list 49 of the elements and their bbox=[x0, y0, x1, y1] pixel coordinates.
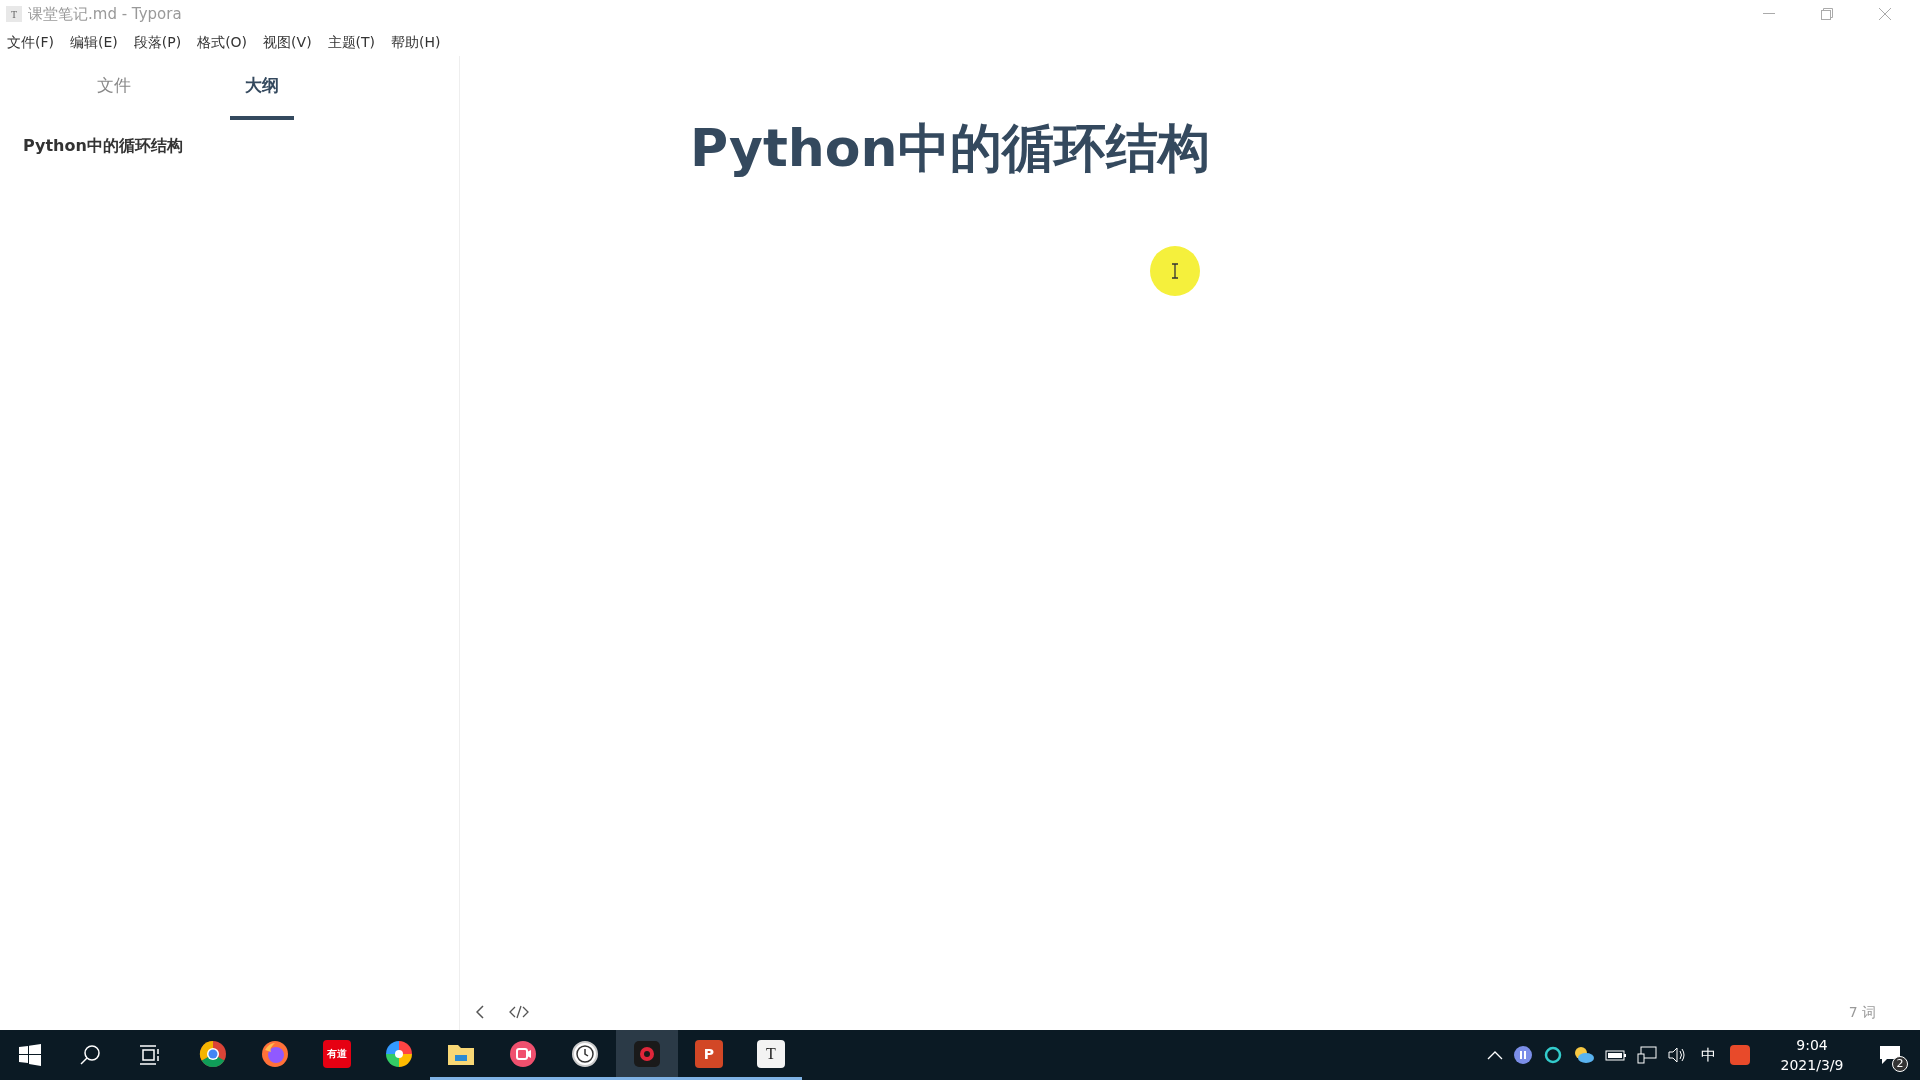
record-icon bbox=[633, 1039, 661, 1068]
menu-item[interactable]: 格式(O) bbox=[194, 31, 251, 53]
clock-date: 2021/3/9 bbox=[1780, 1056, 1844, 1075]
clock-icon bbox=[571, 1039, 599, 1068]
windows-logo-icon bbox=[19, 1044, 41, 1066]
pinwheel-icon bbox=[385, 1039, 413, 1068]
close-icon bbox=[1878, 7, 1892, 21]
taskbar-app[interactable]: 有道 bbox=[306, 1030, 368, 1080]
clock-time: 9:04 bbox=[1796, 1036, 1828, 1055]
word-count: 7 词 bbox=[1848, 1002, 1876, 1022]
menu-item[interactable]: 视图(V) bbox=[260, 31, 315, 53]
menu-item[interactable]: 段落(P) bbox=[130, 31, 185, 53]
outline-item[interactable]: Python中的循环结构 bbox=[22, 132, 184, 160]
chevron-up-icon[interactable] bbox=[1487, 1050, 1503, 1060]
menu-item[interactable]: 编辑(E) bbox=[67, 31, 121, 53]
taskbar-app[interactable]: T bbox=[740, 1030, 802, 1080]
chrome-icon bbox=[199, 1039, 227, 1068]
menu-item[interactable]: 主题(T) bbox=[324, 31, 379, 53]
network-icon[interactable] bbox=[1637, 1046, 1657, 1064]
taskbar-app[interactable]: P bbox=[678, 1030, 740, 1080]
menu-item[interactable]: 帮助(H) bbox=[388, 31, 444, 53]
notification-badge: 2 bbox=[1892, 1056, 1908, 1072]
sidebar-tab[interactable]: 文件 bbox=[82, 56, 147, 120]
ring-icon[interactable] bbox=[1543, 1045, 1563, 1065]
camera-circle-icon bbox=[509, 1039, 537, 1068]
fox-globe-icon bbox=[261, 1039, 289, 1068]
clock[interactable]: 9:04 2021/3/9 bbox=[1772, 1035, 1852, 1075]
message-icon bbox=[1879, 1045, 1901, 1065]
taskbar-app[interactable] bbox=[616, 1030, 678, 1080]
dictionary-icon: 有道 bbox=[323, 1039, 351, 1068]
typora-icon: T bbox=[757, 1039, 785, 1068]
speaker-icon[interactable] bbox=[1667, 1046, 1687, 1064]
search-icon bbox=[79, 1044, 101, 1066]
slides-icon: P bbox=[695, 1039, 723, 1068]
notification-button[interactable]: 2 bbox=[1860, 1030, 1920, 1080]
task-view-icon bbox=[139, 1045, 161, 1065]
pause-icon[interactable] bbox=[1513, 1045, 1533, 1065]
sidebar-tab[interactable]: 大纲 bbox=[229, 56, 294, 120]
app-icon: T bbox=[6, 6, 22, 22]
battery-icon[interactable] bbox=[1605, 1048, 1627, 1062]
document-heading: Python中的循环结构 bbox=[690, 117, 1210, 180]
window-title: 课堂笔记.md - Typora bbox=[28, 3, 182, 25]
menu-item[interactable]: 文件(F) bbox=[4, 31, 57, 53]
minimize-icon bbox=[1763, 13, 1775, 15]
cloud-icon[interactable] bbox=[1573, 1045, 1595, 1065]
restore-icon bbox=[1821, 8, 1833, 20]
ime-icon[interactable] bbox=[1730, 1045, 1750, 1065]
text-cursor-icon bbox=[1171, 263, 1179, 279]
input-method-indicator[interactable]: 中 bbox=[1697, 1043, 1720, 1067]
